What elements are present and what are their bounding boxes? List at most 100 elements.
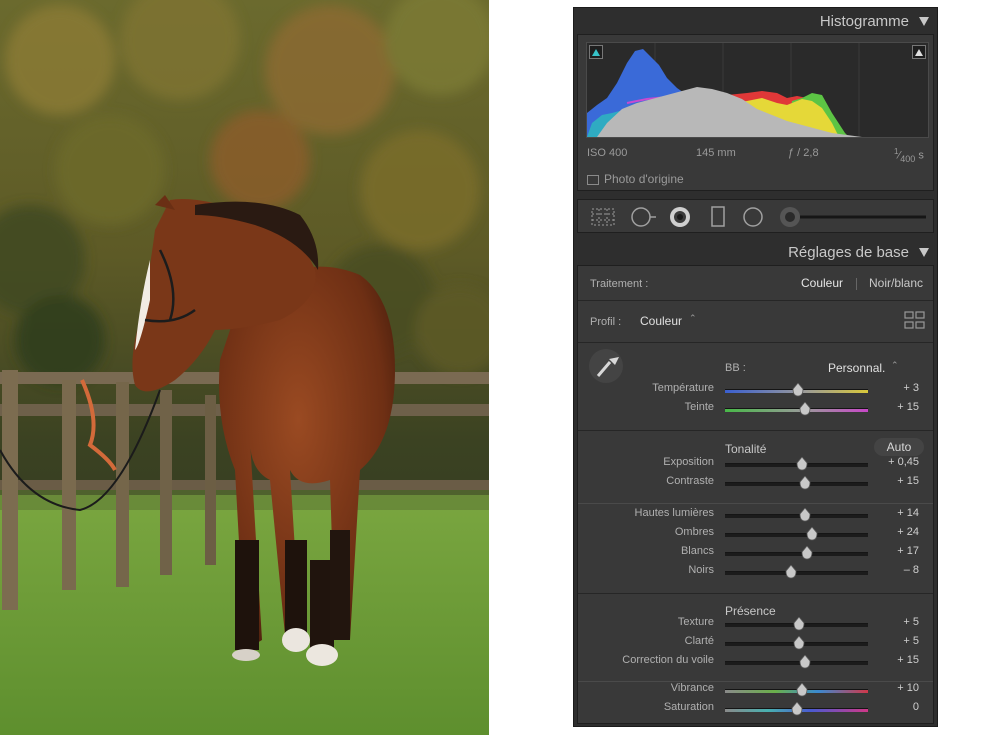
slider-track[interactable] xyxy=(725,508,868,522)
slider-thumb[interactable] xyxy=(791,702,803,716)
slider-track[interactable] xyxy=(725,702,868,716)
divider xyxy=(578,430,933,431)
wb-dropdown-chevron-icon[interactable]: ⌃ xyxy=(891,360,899,371)
exif-focal: 145 mm xyxy=(696,147,736,159)
slider-value[interactable]: + 10 xyxy=(869,682,919,694)
radial-filter-icon[interactable] xyxy=(742,206,766,228)
slider-thumb[interactable] xyxy=(799,402,811,416)
divider xyxy=(578,342,933,343)
treatment-label: Traitement : xyxy=(590,278,649,290)
horse-photo-art xyxy=(0,0,489,735)
collapse-triangle-icon[interactable] xyxy=(919,248,929,257)
slider-thumb[interactable] xyxy=(801,546,813,560)
slider-thumb[interactable] xyxy=(806,527,818,541)
histogram-graph[interactable] xyxy=(586,42,929,138)
slider-thumb[interactable] xyxy=(796,683,808,697)
slider-track[interactable] xyxy=(725,565,868,579)
red-eye-icon[interactable] xyxy=(668,205,692,229)
wb-dropdown[interactable]: Personnal. xyxy=(828,361,885,375)
slider-label: Hautes lumières xyxy=(634,507,714,519)
crop-overlay-icon[interactable] xyxy=(591,208,615,226)
slider-value[interactable]: + 15 xyxy=(869,654,919,666)
slider-value[interactable]: + 15 xyxy=(869,475,919,487)
histogram-curves xyxy=(587,43,862,137)
profile-dropdown-chevron-icon[interactable]: ⌃ xyxy=(689,313,697,324)
slider-label: Clarté xyxy=(684,635,714,647)
original-photo-checkbox[interactable] xyxy=(587,175,599,185)
slider-value[interactable]: 0 xyxy=(869,701,919,713)
highlight-clip-icon xyxy=(915,49,923,56)
slider-track[interactable] xyxy=(725,383,868,397)
slider-track[interactable] xyxy=(725,683,868,697)
collapse-triangle-icon[interactable] xyxy=(919,17,929,26)
slider-thumb[interactable] xyxy=(785,565,797,579)
highlight-clipping-button[interactable] xyxy=(912,45,926,59)
slider-value[interactable]: + 5 xyxy=(869,635,919,647)
basic-title: Réglages de base xyxy=(788,244,909,261)
slider-label: Blancs xyxy=(680,545,714,557)
divider xyxy=(578,503,933,504)
slider-value[interactable]: + 24 xyxy=(869,526,919,538)
slider-thumb[interactable] xyxy=(799,476,811,490)
basic-header[interactable]: Réglages de base xyxy=(574,240,937,264)
histogram-title: Histogramme xyxy=(819,13,909,30)
slider-track[interactable] xyxy=(725,617,868,631)
tone-section-title: Tonalité xyxy=(725,442,767,456)
exif-aperture: ƒ / 2,8 xyxy=(788,147,819,159)
slider-thumb[interactable] xyxy=(793,636,805,650)
slider-thumb[interactable] xyxy=(793,617,805,631)
slider-value[interactable]: – 8 xyxy=(869,564,919,576)
shutter-unit: s xyxy=(918,149,924,162)
treatment-color-button[interactable]: Couleur xyxy=(801,276,843,290)
slider-label: Correction du voile xyxy=(622,654,714,666)
slider-track[interactable] xyxy=(725,655,868,669)
profile-dropdown[interactable]: Couleur xyxy=(640,314,682,328)
treatment-bw-button[interactable]: Noir/blanc xyxy=(869,276,923,290)
slider-track[interactable] xyxy=(725,476,868,490)
exif-iso: ISO 400 xyxy=(587,147,628,159)
slider-track[interactable] xyxy=(725,402,868,416)
auto-tone-button[interactable]: Auto xyxy=(874,438,924,456)
histogram-header[interactable]: Histogramme xyxy=(574,9,937,33)
original-photo-label: Photo d'origine xyxy=(604,172,684,186)
wb-label: BB : xyxy=(725,362,746,374)
slider-label: Vibrance xyxy=(670,682,714,694)
slider-label: Contraste xyxy=(666,475,714,487)
develop-panel: Histogramme ISO 400 145 mm ƒ / 2,8 1⁄400… xyxy=(573,7,938,727)
slider-value[interactable]: + 0,45 xyxy=(869,456,919,468)
slider-thumb[interactable] xyxy=(792,383,804,397)
slider-thumb[interactable] xyxy=(799,655,811,669)
slider-label: Texture xyxy=(677,616,714,628)
presence-section-title: Présence xyxy=(725,604,776,618)
shadow-clip-icon xyxy=(592,49,600,56)
slider-thumb[interactable] xyxy=(799,508,811,522)
slider-thumb[interactable] xyxy=(796,457,808,471)
slider-track[interactable] xyxy=(725,636,868,650)
profile-browser-icon[interactable] xyxy=(904,311,925,329)
shutter-denominator: 400 xyxy=(900,153,916,164)
slider-label: Saturation xyxy=(663,701,714,713)
adjustment-brush-slider[interactable] xyxy=(778,205,928,229)
slider-value[interactable]: + 5 xyxy=(869,616,919,628)
graduated-filter-icon[interactable] xyxy=(710,206,726,228)
tool-strip xyxy=(577,199,934,233)
slider-value[interactable]: + 14 xyxy=(869,507,919,519)
white-balance-eyedropper-icon[interactable] xyxy=(588,348,624,384)
basic-panel: Traitement : Couleur Noir/blanc Profil :… xyxy=(577,265,934,724)
divider xyxy=(578,593,933,594)
slider-track[interactable] xyxy=(725,546,868,560)
exif-shutter: 1⁄400 s xyxy=(894,147,924,164)
slider-label: Température xyxy=(652,382,714,394)
slider-label: Noirs xyxy=(688,564,714,576)
profile-label: Profil : xyxy=(590,316,622,328)
slider-value[interactable]: + 17 xyxy=(869,545,919,557)
spot-removal-icon[interactable] xyxy=(630,206,658,228)
horse-photo xyxy=(0,0,489,735)
slider-track[interactable] xyxy=(725,457,868,471)
slider-value[interactable]: + 15 xyxy=(869,401,919,413)
slider-value[interactable]: + 3 xyxy=(869,382,919,394)
slider-label: Exposition xyxy=(663,456,714,468)
shadow-clipping-button[interactable] xyxy=(589,45,603,59)
histogram-panel: ISO 400 145 mm ƒ / 2,8 1⁄400 s Photo d'o… xyxy=(577,34,934,191)
slider-track[interactable] xyxy=(725,527,868,541)
